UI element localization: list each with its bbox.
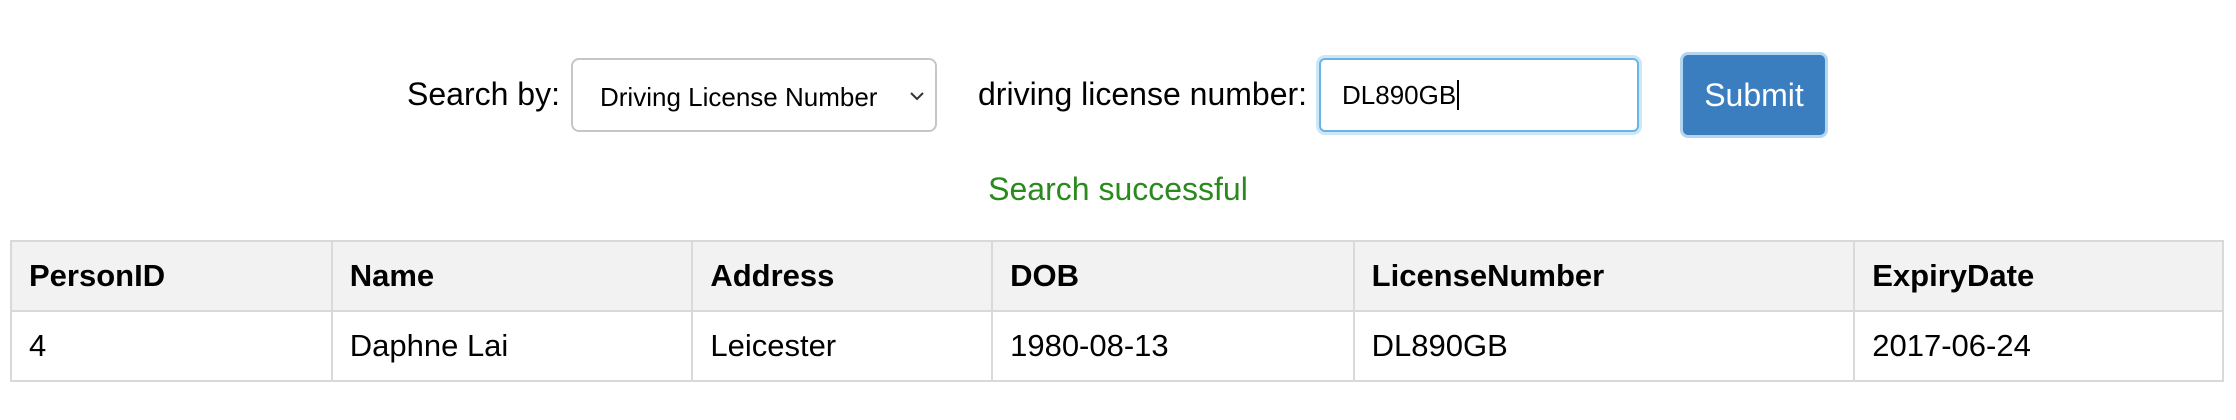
column-header-dob: DOB: [991, 240, 1355, 312]
column-header-expirydate: ExpiryDate: [1853, 240, 2224, 312]
cell-name: Daphne Lai: [330, 310, 694, 382]
cell-personid: 4: [10, 310, 333, 382]
search-form: Search by: Driving License Number drivin…: [0, 52, 2236, 138]
table-header-row: PersonID Name Address DOB LicenseNumber …: [10, 240, 2224, 312]
license-number-input-value: DL890GB: [1342, 80, 1460, 110]
license-number-input[interactable]: DL890GB: [1319, 58, 1639, 132]
chevron-down-icon: [905, 86, 929, 106]
column-header-address: Address: [691, 240, 994, 312]
text-caret: [1457, 80, 1460, 110]
cell-expirydate: 2017-06-24: [1853, 310, 2224, 382]
cell-licensenumber: DL890GB: [1352, 310, 1856, 382]
cell-dob: 1980-08-13: [991, 310, 1355, 382]
license-number-input-text: DL890GB: [1342, 80, 1457, 110]
search-by-selected-value: Driving License Number: [600, 82, 878, 112]
results-table: PersonID Name Address DOB LicenseNumber …: [10, 240, 2224, 382]
status-message: Search successful: [988, 171, 1248, 207]
column-header-name: Name: [330, 240, 694, 312]
column-header-personid: PersonID: [10, 240, 333, 312]
submit-button[interactable]: Submit: [1680, 52, 1828, 138]
search-by-select[interactable]: Driving License Number: [571, 58, 937, 132]
search-by-label: Search by:: [407, 76, 560, 112]
table-row: 4 Daphne Lai Leicester 1980-08-13 DL890G…: [10, 310, 2224, 382]
column-header-licensenumber: LicenseNumber: [1352, 240, 1856, 312]
cell-address: Leicester: [691, 310, 994, 382]
license-number-label: driving license number:: [978, 76, 1308, 112]
